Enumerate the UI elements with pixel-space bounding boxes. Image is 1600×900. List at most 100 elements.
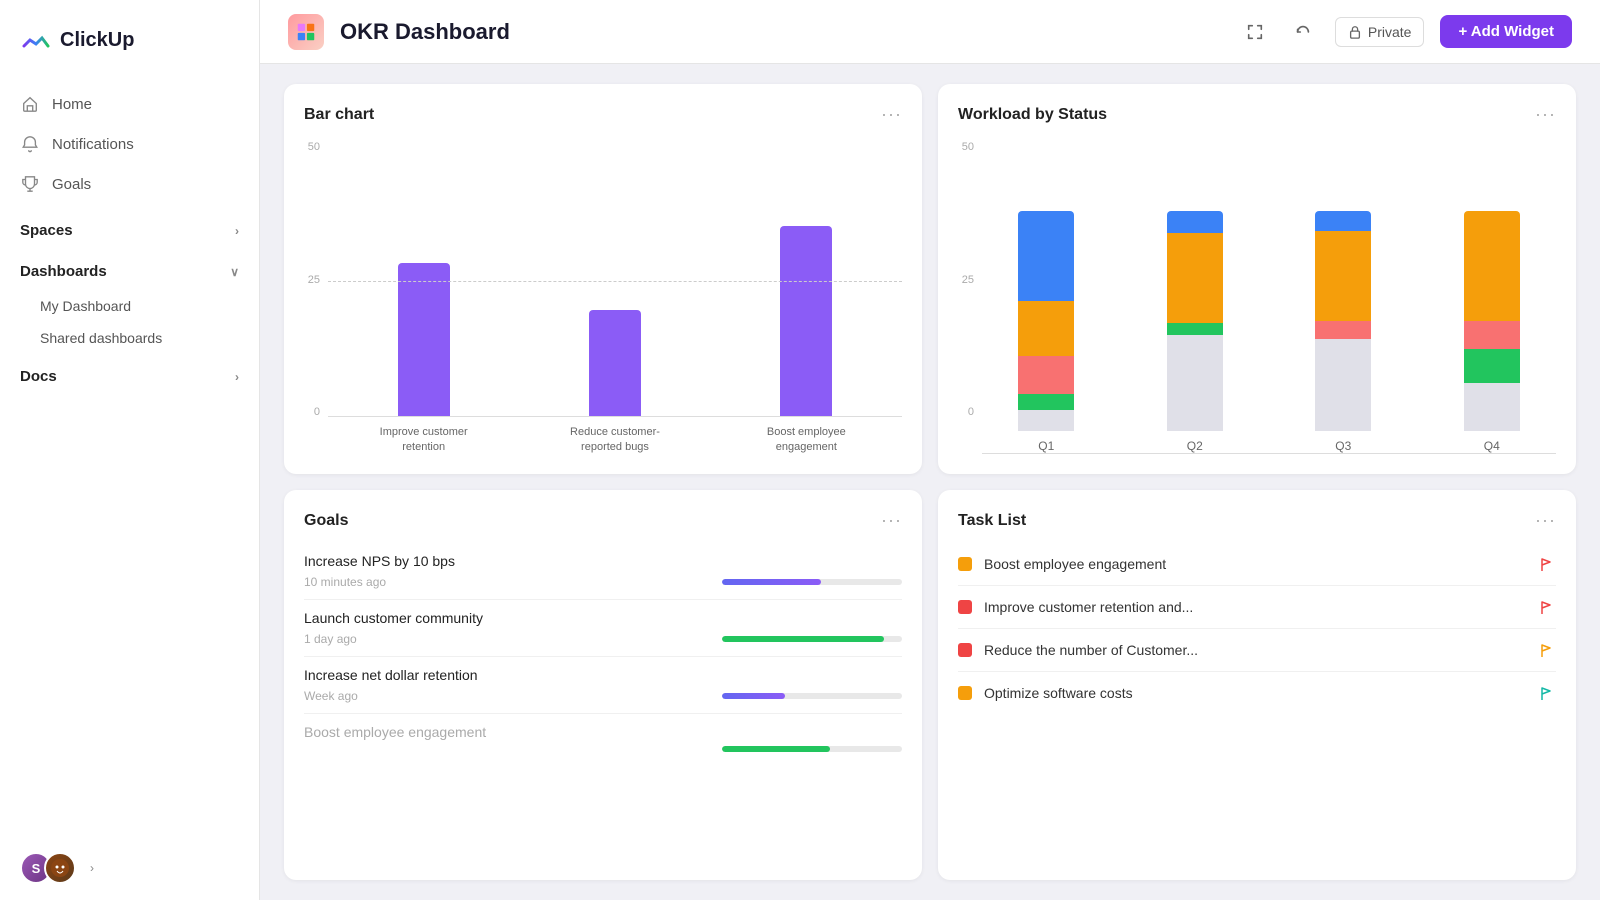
q3-gray-seg: [1315, 339, 1371, 431]
expand-button[interactable]: [1239, 16, 1271, 48]
goal-progress-bg-3: [722, 693, 902, 699]
page-title: OKR Dashboard: [340, 19, 1223, 45]
bar-chart-title: Bar chart: [304, 106, 374, 124]
bar-label-1: Improve customerretention: [328, 425, 519, 454]
sidebar-navigation: Home Notifications Goals Spaces › Dashbo…: [0, 76, 259, 836]
goal-name-1: Increase NPS by 10 bps: [304, 553, 902, 569]
sidebar-item-goals-label: Goals: [52, 176, 91, 193]
add-widget-button[interactable]: + Add Widget: [1440, 15, 1572, 48]
task-item-2: Improve customer retention and...: [958, 586, 1556, 629]
task-flag-4[interactable]: [1538, 684, 1556, 702]
sidebar-section-dashboards[interactable]: Dashboards ∨: [0, 253, 259, 290]
dashboard-grid: Bar chart ··· 50 25 0: [260, 64, 1600, 900]
task-dot-3: [958, 643, 972, 657]
q2-yellow-seg: [1167, 233, 1223, 323]
sidebar-item-goals[interactable]: Goals: [0, 164, 259, 204]
bar-chart-area: 50 25 0: [304, 137, 902, 454]
goal-name-2: Launch customer community: [304, 610, 902, 626]
q3-blue-seg: [1315, 211, 1371, 231]
goal-name-4: Boost employee engagement: [304, 724, 902, 740]
spaces-label: Spaces: [20, 222, 73, 239]
q1-gray-seg: [1018, 410, 1074, 431]
private-label: Private: [1368, 24, 1412, 40]
goals-header: Goals ···: [304, 510, 902, 531]
task-flag-1[interactable]: [1538, 555, 1556, 573]
main-content: OKR Dashboard Private + Add Widget Bar c…: [260, 0, 1600, 900]
task-list-title: Task List: [958, 512, 1026, 530]
task-flag-3[interactable]: [1538, 641, 1556, 659]
goals-menu-button[interactable]: ···: [881, 510, 902, 531]
y-label-50: 50: [308, 141, 320, 153]
stacked-bar-q4: Q4: [1428, 137, 1557, 453]
y-label-25: 25: [308, 274, 320, 286]
goal-item-4: Boost employee engagement: [304, 714, 902, 762]
goal-item-1: Increase NPS by 10 bps 10 minutes ago: [304, 543, 902, 600]
bar-1: [328, 137, 519, 416]
spaces-chevron-icon: ›: [235, 224, 239, 238]
q2-green-seg: [1167, 323, 1223, 335]
avatar-group: S: [20, 852, 76, 884]
home-icon: [20, 94, 40, 114]
workload-title: Workload by Status: [958, 106, 1107, 124]
avatar-secondary[interactable]: [44, 852, 76, 884]
refresh-button[interactable]: [1287, 16, 1319, 48]
q4-green-seg: [1464, 349, 1520, 383]
goals-title: Goals: [304, 512, 348, 530]
bar-chart-header: Bar chart ···: [304, 104, 902, 125]
privacy-badge[interactable]: Private: [1335, 17, 1425, 47]
user-menu-chevron-icon[interactable]: ›: [90, 861, 94, 875]
sidebar-item-my-dashboard[interactable]: My Dashboard: [0, 290, 259, 322]
bar-boost-engagement: [780, 226, 832, 416]
sidebar-item-home[interactable]: Home: [0, 84, 259, 124]
task-item-3: Reduce the number of Customer...: [958, 629, 1556, 672]
sidebar-section-docs[interactable]: Docs ›: [0, 358, 259, 395]
task-name-4: Optimize software costs: [984, 685, 1526, 701]
task-name-3: Reduce the number of Customer...: [984, 642, 1526, 658]
workload-x-axis: [982, 453, 1556, 454]
bar-reduce-bugs: [589, 310, 641, 416]
goal-progress-fill-3: [722, 693, 785, 699]
task-dot-4: [958, 686, 972, 700]
y-label-0: 0: [314, 406, 320, 418]
goals-list: Increase NPS by 10 bps 10 minutes ago La…: [304, 543, 902, 860]
goal-progress-fill-1: [722, 579, 821, 585]
task-list-widget: Task List ··· Boost employee engagement …: [938, 490, 1576, 880]
sidebar-item-notifications-label: Notifications: [52, 136, 134, 153]
q3-label: Q3: [1335, 439, 1351, 453]
sidebar-item-notifications[interactable]: Notifications: [0, 124, 259, 164]
task-flag-2[interactable]: [1538, 598, 1556, 616]
page-header: OKR Dashboard Private + Add Widget: [260, 0, 1600, 64]
bar-chart-menu-button[interactable]: ···: [881, 104, 902, 125]
workload-menu-button[interactable]: ···: [1535, 104, 1556, 125]
dashboards-label: Dashboards: [20, 263, 107, 280]
goal-progress-bg-1: [722, 579, 902, 585]
docs-label: Docs: [20, 368, 57, 385]
task-list-header: Task List ···: [958, 510, 1556, 531]
q3-yellow-seg: [1315, 231, 1371, 321]
task-list-menu-button[interactable]: ···: [1535, 510, 1556, 531]
workload-y-label-25: 25: [962, 274, 974, 286]
q4-pink-seg: [1464, 321, 1520, 349]
sidebar-section-spaces[interactable]: Spaces ›: [0, 212, 259, 249]
q1-green-seg: [1018, 394, 1074, 410]
clickup-logo-icon: [20, 24, 52, 56]
sidebar-item-shared-dashboards[interactable]: Shared dashboards: [0, 322, 259, 354]
workload-header: Workload by Status ···: [958, 104, 1556, 125]
task-dot-1: [958, 557, 972, 571]
app-name: ClickUp: [60, 29, 134, 52]
q2-label: Q2: [1187, 439, 1203, 453]
goal-item-2: Launch customer community 1 day ago: [304, 600, 902, 657]
q1-yellow-seg: [1018, 301, 1074, 356]
goal-time-3: Week ago: [304, 689, 358, 703]
q1-pink-seg: [1018, 356, 1074, 394]
goal-time-1: 10 minutes ago: [304, 575, 386, 589]
task-name-1: Boost employee engagement: [984, 556, 1526, 572]
task-list: Boost employee engagement Improve custom…: [958, 543, 1556, 860]
bar-improve-retention: [398, 263, 450, 417]
header-actions: Private + Add Widget: [1239, 15, 1572, 48]
q2-blue-seg: [1167, 211, 1223, 233]
goal-progress-fill-2: [722, 636, 884, 642]
task-name-2: Improve customer retention and...: [984, 599, 1526, 615]
sidebar-logo: ClickUp: [0, 0, 259, 76]
q1-label: Q1: [1038, 439, 1054, 453]
